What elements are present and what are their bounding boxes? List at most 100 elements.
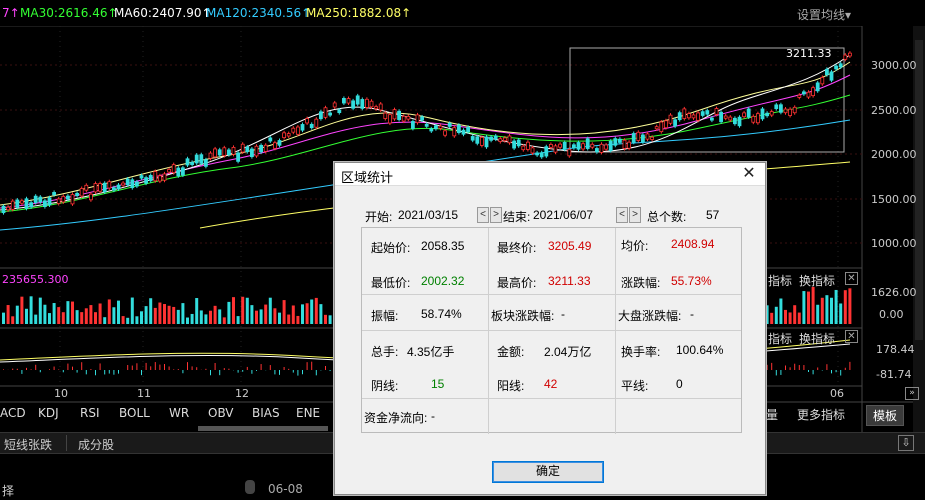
stat-value: 2.04万亿: [544, 345, 592, 359]
volume-bar: [121, 316, 125, 324]
candle: [825, 68, 829, 76]
tab-obv[interactable]: OBV: [208, 406, 234, 420]
volume-bar: [765, 305, 769, 324]
stat-label: 资金净流向:: [364, 411, 428, 425]
dialog-titlebar[interactable]: [335, 163, 765, 186]
tab-boll[interactable]: BOLL: [119, 406, 150, 420]
volume-bar: [57, 307, 61, 324]
candle: [378, 103, 383, 111]
volume-bar: [66, 301, 70, 324]
tab-kdj[interactable]: KDJ: [38, 406, 59, 420]
candle: [282, 132, 287, 139]
candle: [328, 112, 333, 116]
volume-bar: [788, 312, 792, 324]
more-indicators-button[interactable]: 更多指标: [797, 406, 845, 423]
candle: [456, 124, 461, 133]
bottom-left-text: 择: [2, 484, 15, 498]
stat-label: 均价:: [621, 239, 649, 253]
candle: [783, 108, 788, 114]
candle: [383, 112, 388, 119]
candle: [572, 144, 576, 149]
candle: [10, 200, 15, 210]
max-price-label: 3211.33: [786, 47, 832, 60]
tab-short-term[interactable]: 短线张跌: [4, 436, 52, 453]
candle: [93, 183, 98, 193]
price-axis-label: 3000.00: [871, 59, 917, 72]
start-next-button[interactable]: >: [490, 207, 502, 223]
candle: [213, 148, 218, 158]
tab-wr[interactable]: WR: [169, 406, 189, 420]
candle: [180, 167, 185, 176]
candle: [567, 149, 572, 157]
candle: [479, 137, 484, 146]
candle: [332, 102, 337, 108]
volume-bar: [310, 299, 314, 324]
volume-bar: [218, 309, 222, 324]
close-icon[interactable]: ✕: [845, 330, 858, 343]
stats-table: [361, 227, 742, 434]
candle: [613, 138, 618, 146]
end-next-button[interactable]: >: [629, 207, 641, 223]
volume-bar: [848, 288, 852, 324]
template-button[interactable]: 模板: [866, 405, 905, 426]
volume-bar: [273, 308, 277, 324]
price-axis-label: 2500.00: [871, 104, 917, 117]
candle: [268, 137, 273, 142]
stat-value: 2058.35: [421, 239, 465, 253]
volume-axis-label: 1626.00: [871, 286, 917, 299]
volume-bar: [89, 305, 93, 324]
tab-volume[interactable]: 量: [766, 406, 778, 423]
tab-macd[interactable]: ACD: [0, 406, 26, 420]
tab-rsi[interactable]: RSI: [80, 406, 100, 420]
download-icon[interactable]: ⇩: [898, 435, 914, 451]
ok-button[interactable]: 确定: [492, 461, 604, 483]
volume-bar: [820, 297, 824, 324]
candle: [29, 202, 34, 208]
candle: [231, 146, 236, 155]
volume-bar: [779, 298, 783, 324]
candle: [728, 116, 733, 121]
candle: [153, 171, 158, 182]
volume-indicator-button[interactable]: 指标: [768, 272, 792, 289]
stat-value: -: [690, 307, 694, 321]
candle: [112, 187, 116, 191]
tab-ene[interactable]: ENE: [296, 406, 320, 420]
volume-swap-indicator-button[interactable]: 换指标: [799, 272, 835, 289]
volume-bar: [305, 303, 309, 324]
stat-label: 大盘涨跌幅:: [618, 309, 682, 323]
candle: [581, 143, 585, 150]
macd-indicator-button[interactable]: 指标: [768, 330, 792, 347]
macd-swap-indicator-button[interactable]: 换指标: [799, 330, 835, 347]
count-value: 57: [706, 208, 720, 222]
candle: [194, 154, 199, 164]
volume-bar: [167, 305, 171, 324]
close-icon[interactable]: ✕: [739, 164, 759, 184]
volume-bar: [135, 316, 139, 324]
candle: [272, 142, 277, 149]
candle: [687, 113, 691, 119]
stat-value: -: [561, 307, 565, 321]
start-prev-button[interactable]: <: [477, 207, 489, 223]
volume-bar: [209, 310, 212, 324]
close-icon[interactable]: ✕: [845, 272, 858, 285]
double-chevron-right-icon[interactable]: »: [905, 387, 919, 400]
candle: [346, 98, 351, 104]
ma-settings-button[interactable]: 设置均线▾: [797, 6, 851, 23]
date-axis-label: 12: [235, 387, 249, 400]
volume-bar: [268, 297, 272, 324]
candle: [15, 199, 20, 208]
candle: [392, 109, 397, 120]
tab-constituents[interactable]: 成分股: [78, 436, 114, 453]
candle: [475, 136, 480, 144]
stat-value: 4.35亿手: [407, 345, 455, 359]
candle: [286, 133, 291, 137]
candle: [627, 141, 631, 149]
tab-bias[interactable]: BIAS: [252, 406, 280, 420]
candle: [70, 194, 75, 205]
candle: [618, 138, 622, 143]
volume-bar: [770, 312, 774, 324]
scroll-handle[interactable]: [245, 480, 255, 494]
end-prev-button[interactable]: <: [616, 207, 628, 223]
stat-label: 总手:: [371, 345, 399, 359]
volume-bar: [107, 299, 111, 324]
